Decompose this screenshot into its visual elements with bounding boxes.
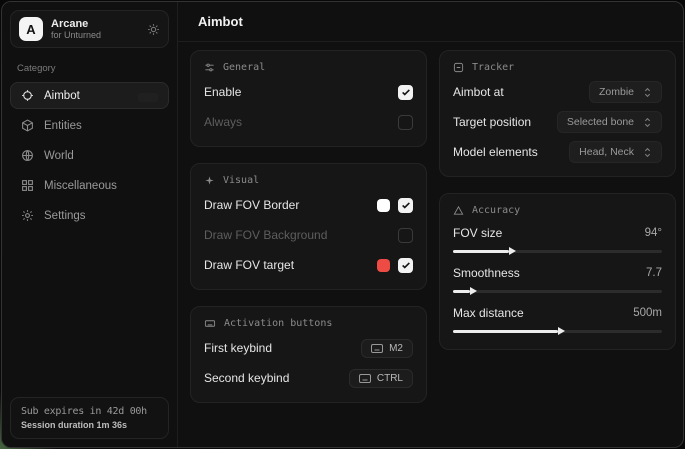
keyboard-icon bbox=[359, 374, 371, 383]
keybind-value: M2 bbox=[389, 343, 403, 354]
select-label: Aimbot at bbox=[453, 85, 504, 99]
color-swatch[interactable] bbox=[377, 199, 390, 212]
triangle-icon bbox=[453, 205, 464, 216]
sparkle-icon bbox=[204, 175, 215, 186]
color-swatch[interactable] bbox=[377, 259, 390, 272]
slider-label: FOV size bbox=[453, 226, 502, 240]
subscription-footer: Sub expires in 42d 00h Session duration … bbox=[10, 397, 169, 439]
sliders-icon bbox=[204, 62, 215, 73]
slider-fill[interactable] bbox=[453, 330, 558, 333]
sidebar-item-label: World bbox=[44, 150, 74, 162]
accuracy-card: Accuracy FOV size 94° bbox=[439, 193, 676, 350]
sidebar-item-settings[interactable]: Settings bbox=[10, 202, 169, 229]
keybind-label: First keybind bbox=[204, 341, 272, 355]
section-title: Tracker bbox=[472, 62, 514, 73]
right-column: Tracker Aimbot at Zombie Target position bbox=[439, 50, 676, 350]
section-title: Visual bbox=[223, 175, 259, 186]
main-panel: Aimbot General Enable bbox=[178, 2, 683, 447]
settings-gear-icon bbox=[21, 209, 34, 222]
target-position-select[interactable]: Selected bone bbox=[557, 111, 662, 133]
select-value: Head, Neck bbox=[579, 146, 634, 158]
chevron-up-down-icon bbox=[643, 87, 652, 98]
section-title: Accuracy bbox=[472, 205, 520, 216]
aimbot-at-select[interactable]: Zombie bbox=[589, 81, 662, 103]
max-distance-slider[interactable] bbox=[453, 326, 662, 336]
first-keybind-button[interactable]: M2 bbox=[361, 339, 413, 358]
app-window: A Arcane for Unturned Category Aimbot bbox=[1, 1, 684, 448]
smoothness-slider[interactable] bbox=[453, 286, 662, 296]
crosshair-icon bbox=[21, 89, 34, 102]
fov-border-checkbox[interactable] bbox=[398, 198, 413, 213]
slider-value: 500m bbox=[633, 307, 662, 319]
keyboard-icon bbox=[204, 318, 216, 329]
select-label: Model elements bbox=[453, 145, 538, 159]
fov-target-checkbox[interactable] bbox=[398, 258, 413, 273]
sub-expiry-text: Sub expires in 42d 00h bbox=[21, 406, 158, 417]
slider-value: 7.7 bbox=[646, 267, 662, 279]
toggle-label: Enable bbox=[204, 85, 241, 99]
sidebar: A Arcane for Unturned Category Aimbot bbox=[2, 2, 178, 447]
always-checkbox[interactable] bbox=[398, 115, 413, 130]
brand-logo: A bbox=[19, 17, 43, 41]
globe-icon bbox=[21, 149, 34, 162]
brand-subtitle: for Unturned bbox=[51, 30, 101, 40]
grid-icon bbox=[21, 179, 34, 192]
fov-size-slider[interactable] bbox=[453, 246, 662, 256]
select-label: Target position bbox=[453, 115, 531, 129]
brand-name: Arcane bbox=[51, 18, 101, 31]
scan-icon bbox=[453, 62, 464, 73]
select-value: Selected bone bbox=[567, 116, 634, 128]
activation-card: Activation buttons First keybind M2 Seco… bbox=[190, 306, 427, 403]
tracker-card: Tracker Aimbot at Zombie Target position bbox=[439, 50, 676, 177]
toggle-label: Draw FOV Background bbox=[204, 228, 327, 242]
visual-card: Visual Draw FOV Border Draw FOV Backgrou… bbox=[190, 163, 427, 290]
keybind-label: Second keybind bbox=[204, 371, 289, 385]
sidebar-item-aimbot[interactable]: Aimbot bbox=[10, 82, 169, 109]
chevron-up-down-icon bbox=[643, 117, 652, 128]
sidebar-item-label: Settings bbox=[44, 210, 86, 222]
toggle-label: Draw FOV target bbox=[204, 258, 294, 272]
fov-background-checkbox[interactable] bbox=[398, 228, 413, 243]
general-card: General Enable Always bbox=[190, 50, 427, 147]
session-duration-text: Session duration 1m 36s bbox=[21, 420, 158, 430]
slider-label: Max distance bbox=[453, 306, 524, 320]
slider-label: Smoothness bbox=[453, 266, 520, 280]
sidebar-nav: Aimbot Entities World Miscellaneous bbox=[10, 82, 169, 229]
section-title: Activation buttons bbox=[224, 318, 332, 329]
chevron-up-down-icon bbox=[643, 147, 652, 158]
page-title: Aimbot bbox=[198, 14, 243, 29]
sidebar-item-miscellaneous[interactable]: Miscellaneous bbox=[10, 172, 169, 199]
left-column: General Enable Always bbox=[190, 50, 427, 403]
gear-icon[interactable] bbox=[147, 23, 160, 36]
sidebar-item-entities[interactable]: Entities bbox=[10, 112, 169, 139]
category-label: Category bbox=[17, 63, 162, 74]
keybind-value: CTRL bbox=[377, 373, 403, 384]
slider-fill[interactable] bbox=[453, 290, 470, 293]
slider-fill[interactable] bbox=[453, 250, 509, 253]
model-elements-select[interactable]: Head, Neck bbox=[569, 141, 662, 163]
sidebar-item-label: Aimbot bbox=[44, 90, 80, 102]
page-header: Aimbot bbox=[178, 2, 683, 42]
sidebar-item-label: Miscellaneous bbox=[44, 180, 117, 192]
select-value: Zombie bbox=[599, 86, 634, 98]
sidebar-item-world[interactable]: World bbox=[10, 142, 169, 169]
toggle-label: Always bbox=[204, 115, 242, 129]
slider-value: 94° bbox=[645, 227, 662, 239]
sidebar-item-label: Entities bbox=[44, 120, 82, 132]
keyboard-icon bbox=[371, 344, 383, 353]
section-title: General bbox=[223, 62, 265, 73]
brand-card: A Arcane for Unturned bbox=[10, 10, 169, 48]
keybind-hint-badge bbox=[138, 93, 158, 102]
second-keybind-button[interactable]: CTRL bbox=[349, 369, 413, 388]
cube-icon bbox=[21, 119, 34, 132]
enable-checkbox[interactable] bbox=[398, 85, 413, 100]
toggle-label: Draw FOV Border bbox=[204, 198, 299, 212]
